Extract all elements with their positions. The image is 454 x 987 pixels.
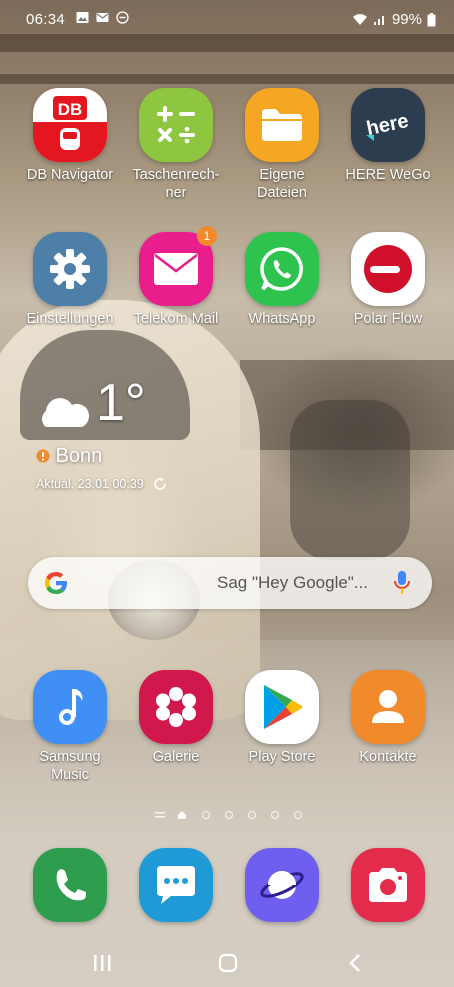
whatsapp-icon xyxy=(245,232,319,306)
app-label: Telekom Mail xyxy=(133,311,219,327)
wallpaper-beam xyxy=(0,34,454,52)
wallpaper-beam xyxy=(0,74,454,84)
app-label: Kontakte xyxy=(359,749,417,765)
mic-icon[interactable] xyxy=(394,571,410,595)
status-time: 06:34 xyxy=(26,11,66,28)
chat-icon xyxy=(139,848,213,922)
dock-camera[interactable] xyxy=(336,848,440,922)
weather-updated-text: Aktual. 23.01 00:39 xyxy=(36,477,144,491)
phone-icon xyxy=(33,848,107,922)
weather-location: Bonn xyxy=(36,445,102,468)
app-telekom-mail[interactable]: 1 Telekom Mail xyxy=(124,226,228,328)
page-indicator xyxy=(0,810,454,822)
status-bar: 06:34 99% xyxy=(0,8,454,32)
folder-icon xyxy=(245,88,319,162)
dock-messages[interactable] xyxy=(124,848,228,922)
app-kontakte[interactable]: Kontakte xyxy=(336,670,440,766)
status-right: 99% xyxy=(352,11,436,28)
dnd-icon xyxy=(116,11,129,24)
svg-text:DB: DB xyxy=(58,100,83,119)
battery-percent: 99% xyxy=(391,11,422,28)
menu-lines-icon xyxy=(155,812,165,818)
contact-icon xyxy=(351,670,425,744)
app-label: Eigene Dateien xyxy=(257,167,307,201)
planet-icon xyxy=(245,848,319,922)
notification-icons xyxy=(76,11,129,24)
app-einstellungen[interactable]: Einstellungen xyxy=(18,232,122,328)
app-label: Polar Flow xyxy=(353,311,423,327)
app-whatsapp[interactable]: WhatsApp xyxy=(230,232,334,328)
mail-notification-icon xyxy=(96,13,109,22)
refresh-icon[interactable] xyxy=(153,477,167,491)
play-store-icon xyxy=(245,670,319,744)
app-db-navigator[interactable]: DB DB Navigator xyxy=(18,88,122,184)
app-label: Galerie xyxy=(152,749,200,765)
app-label: WhatsApp xyxy=(248,311,316,327)
app-label: Einstellungen xyxy=(26,311,114,327)
mail-icon: 1 xyxy=(139,226,217,306)
flower-icon xyxy=(139,670,213,744)
page-dot[interactable] xyxy=(202,811,210,819)
app-label: DB Navigator xyxy=(26,167,114,183)
back-button-icon[interactable] xyxy=(342,952,370,974)
app-polar-flow[interactable]: Polar Flow xyxy=(336,232,440,328)
app-galerie[interactable]: Galerie xyxy=(124,670,228,766)
app-label: Play Store xyxy=(248,749,316,765)
location-warning-icon xyxy=(36,449,50,463)
page-dot[interactable] xyxy=(225,811,233,819)
google-search-bar[interactable]: Sag "Hey Google"... xyxy=(28,557,432,609)
polar-icon xyxy=(351,232,425,306)
dock-internet[interactable] xyxy=(230,848,334,922)
search-placeholder: Sag "Hey Google"... xyxy=(217,573,368,592)
dock-phone[interactable] xyxy=(18,848,122,922)
home-screen: 06:34 99% DB DB Navigator Taschenrech- n… xyxy=(0,0,454,987)
here-logo-icon: here xyxy=(351,88,425,162)
wifi-icon xyxy=(352,14,367,25)
app-label: Samsung Music xyxy=(39,749,101,783)
db-logo-icon: DB xyxy=(33,88,107,162)
navigation-bar xyxy=(0,940,454,987)
image-notification-icon xyxy=(76,12,89,23)
recent-apps-icon[interactable] xyxy=(88,952,116,974)
weather-updated: Aktual. 23.01 00:39 xyxy=(36,477,167,491)
app-taschenrechner[interactable]: Taschenrech- ner xyxy=(124,88,228,202)
app-eigene-dateien[interactable]: Eigene Dateien xyxy=(230,88,334,202)
app-label: HERE WeGo xyxy=(345,167,431,183)
cloud-icon xyxy=(42,398,90,427)
home-page-indicator-icon[interactable] xyxy=(177,810,187,820)
weather-temperature: 1° xyxy=(96,374,146,432)
weather-city: Bonn xyxy=(55,445,103,467)
app-label: Taschenrech- ner xyxy=(132,167,220,201)
home-button-icon[interactable] xyxy=(214,952,242,974)
battery-icon xyxy=(427,12,436,26)
wallpaper-motorcycle xyxy=(290,400,410,560)
app-play-store[interactable]: Play Store xyxy=(230,670,334,766)
page-dot[interactable] xyxy=(271,811,279,819)
app-here-wego[interactable]: here HERE WeGo xyxy=(336,88,440,184)
page-dot[interactable] xyxy=(248,811,256,819)
calculator-icon xyxy=(139,88,213,162)
app-samsung-music[interactable]: Samsung Music xyxy=(18,670,122,784)
notification-badge: 1 xyxy=(197,226,217,246)
music-note-icon xyxy=(33,670,107,744)
gear-icon xyxy=(33,232,107,306)
google-logo-icon xyxy=(45,572,67,594)
page-dot[interactable] xyxy=(294,811,302,819)
camera-icon xyxy=(351,848,425,922)
signal-icon xyxy=(373,16,384,25)
